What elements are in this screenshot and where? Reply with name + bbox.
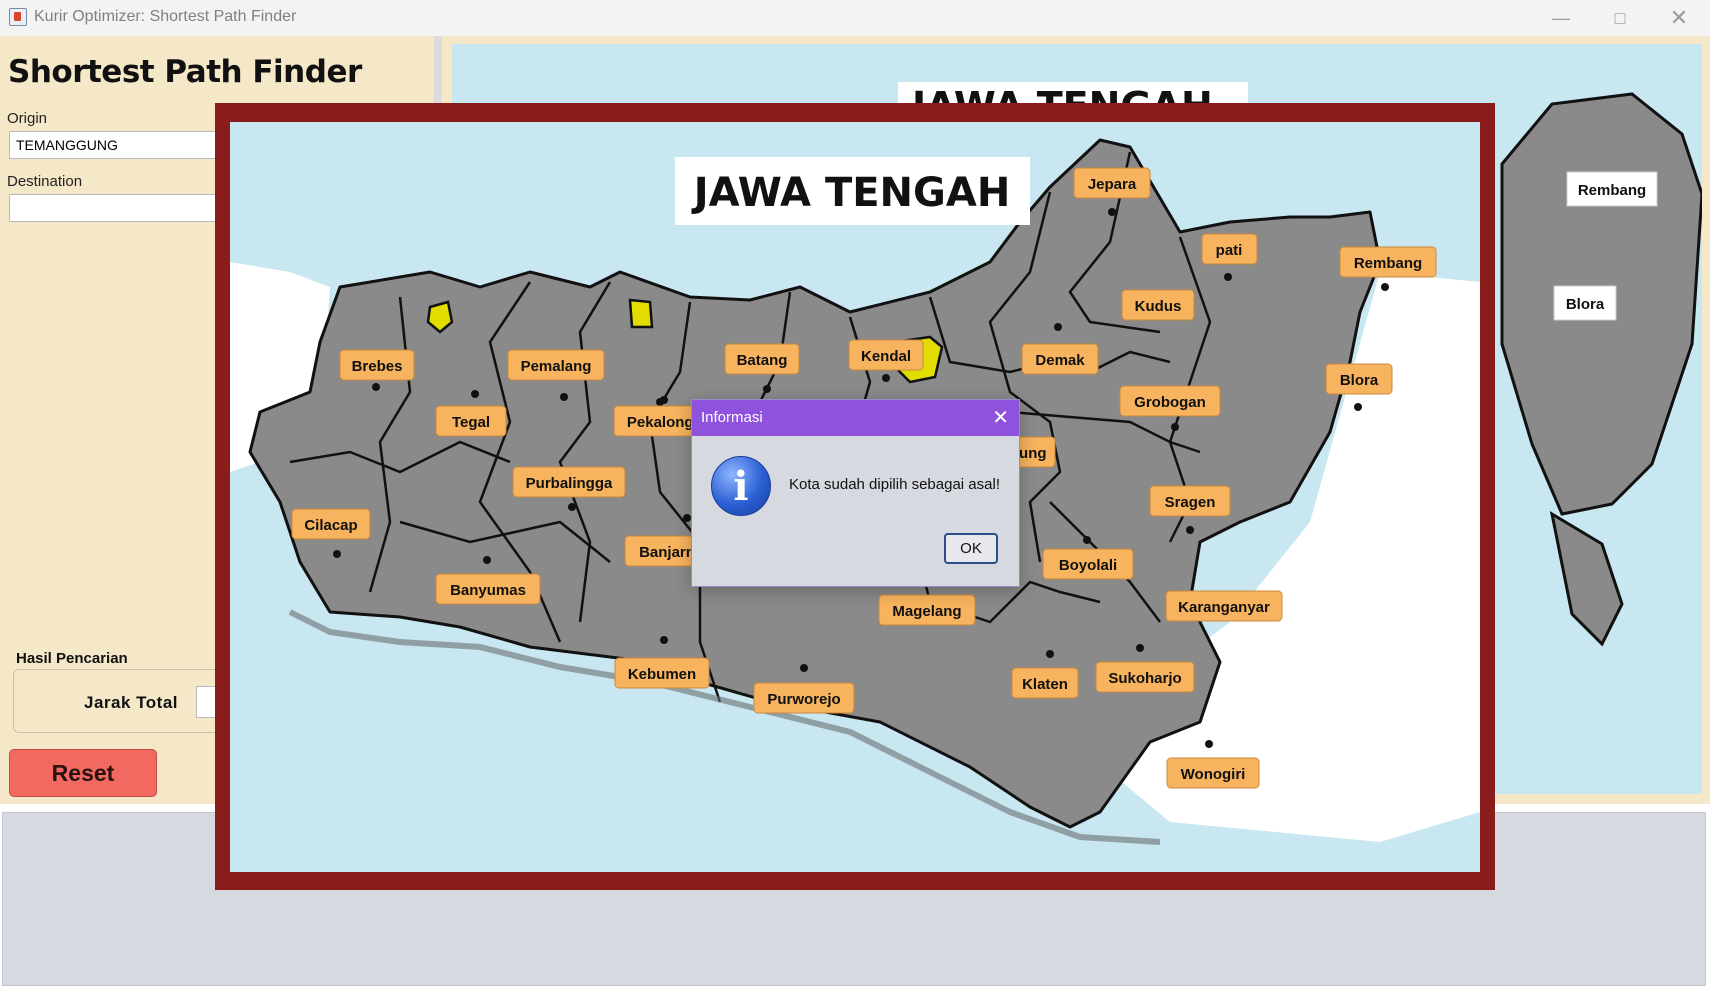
java-app-icon — [9, 8, 27, 26]
city-label-pati[interactable]: pati — [1216, 242, 1243, 259]
city-label-banyumas[interactable]: Banyumas — [450, 582, 526, 599]
city-label-wonogiri[interactable]: Wonogiri — [1181, 766, 1246, 783]
window-titlebar: Kurir Optimizer: Shortest Path Finder — … — [0, 0, 1710, 37]
origin-field[interactable]: TEMANGGUNG — [9, 131, 249, 159]
city-label-purworejo[interactable]: Purworejo — [767, 691, 840, 708]
background-label-rembang: Rembang — [1578, 182, 1646, 199]
city-label-grobogan[interactable]: Grobogan — [1134, 394, 1206, 411]
map-title: JAWA TENGAH — [691, 170, 1011, 216]
city-label-sukoharjo[interactable]: Sukoharjo — [1108, 670, 1181, 687]
dialog-message: Kota sudah dipilih sebagai asal! — [789, 476, 1000, 493]
ok-button[interactable]: OK — [944, 533, 998, 564]
city-label-kudus[interactable]: Kudus — [1135, 298, 1182, 315]
minimize-icon[interactable]: — — [1532, 0, 1590, 36]
city-label-kebumen[interactable]: Kebumen — [628, 666, 696, 683]
city-label-boyolali[interactable]: Boyolali — [1059, 557, 1117, 574]
city-label-kendal[interactable]: Kendal — [861, 348, 911, 365]
city-label-sragen[interactable]: Sragen — [1165, 494, 1216, 511]
info-dialog: Informasi ✕ i Kota sudah dipilih sebagai… — [691, 399, 1020, 587]
maximize-icon[interactable]: □ — [1591, 0, 1649, 36]
dialog-titlebar: Informasi ✕ — [692, 400, 1019, 436]
total-distance-label: Jarak Total — [84, 693, 179, 712]
page-title: Shortest Path Finder — [8, 54, 362, 90]
city-label-demak[interactable]: Demak — [1035, 352, 1085, 369]
close-icon[interactable]: ✕ — [1650, 0, 1708, 36]
city-label-purbalingga[interactable]: Purbalingga — [526, 475, 613, 492]
city-label-magelang[interactable]: Magelang — [892, 603, 961, 620]
city-label-cilacap[interactable]: Cilacap — [304, 517, 357, 534]
info-icon: i — [711, 456, 771, 516]
destination-label: Destination — [7, 173, 83, 190]
result-section-title: Hasil Pencarian — [16, 650, 128, 667]
city-label-blora[interactable]: Blora — [1340, 372, 1379, 389]
background-label-blora: Blora — [1566, 296, 1605, 313]
city-label-batang[interactable]: Batang — [737, 352, 788, 369]
origin-label: Origin — [7, 110, 48, 127]
dialog-close-icon[interactable]: ✕ — [992, 405, 1009, 430]
city-label-jepara[interactable]: Jepara — [1088, 176, 1137, 193]
window-title: Kurir Optimizer: Shortest Path Finder — [34, 8, 297, 25]
city-label-rembang[interactable]: Rembang — [1354, 255, 1422, 272]
city-label-klaten[interactable]: Klaten — [1022, 676, 1068, 693]
city-label-pemalang[interactable]: Pemalang — [521, 358, 592, 375]
reset-button[interactable]: Reset — [9, 749, 157, 797]
city-label-karanganyar[interactable]: Karanganyar — [1178, 599, 1270, 616]
destination-field[interactable] — [9, 194, 249, 222]
city-label-tegal[interactable]: Tegal — [452, 414, 490, 431]
city-label-brebes[interactable]: Brebes — [352, 358, 403, 375]
dialog-title: Informasi — [701, 409, 763, 426]
